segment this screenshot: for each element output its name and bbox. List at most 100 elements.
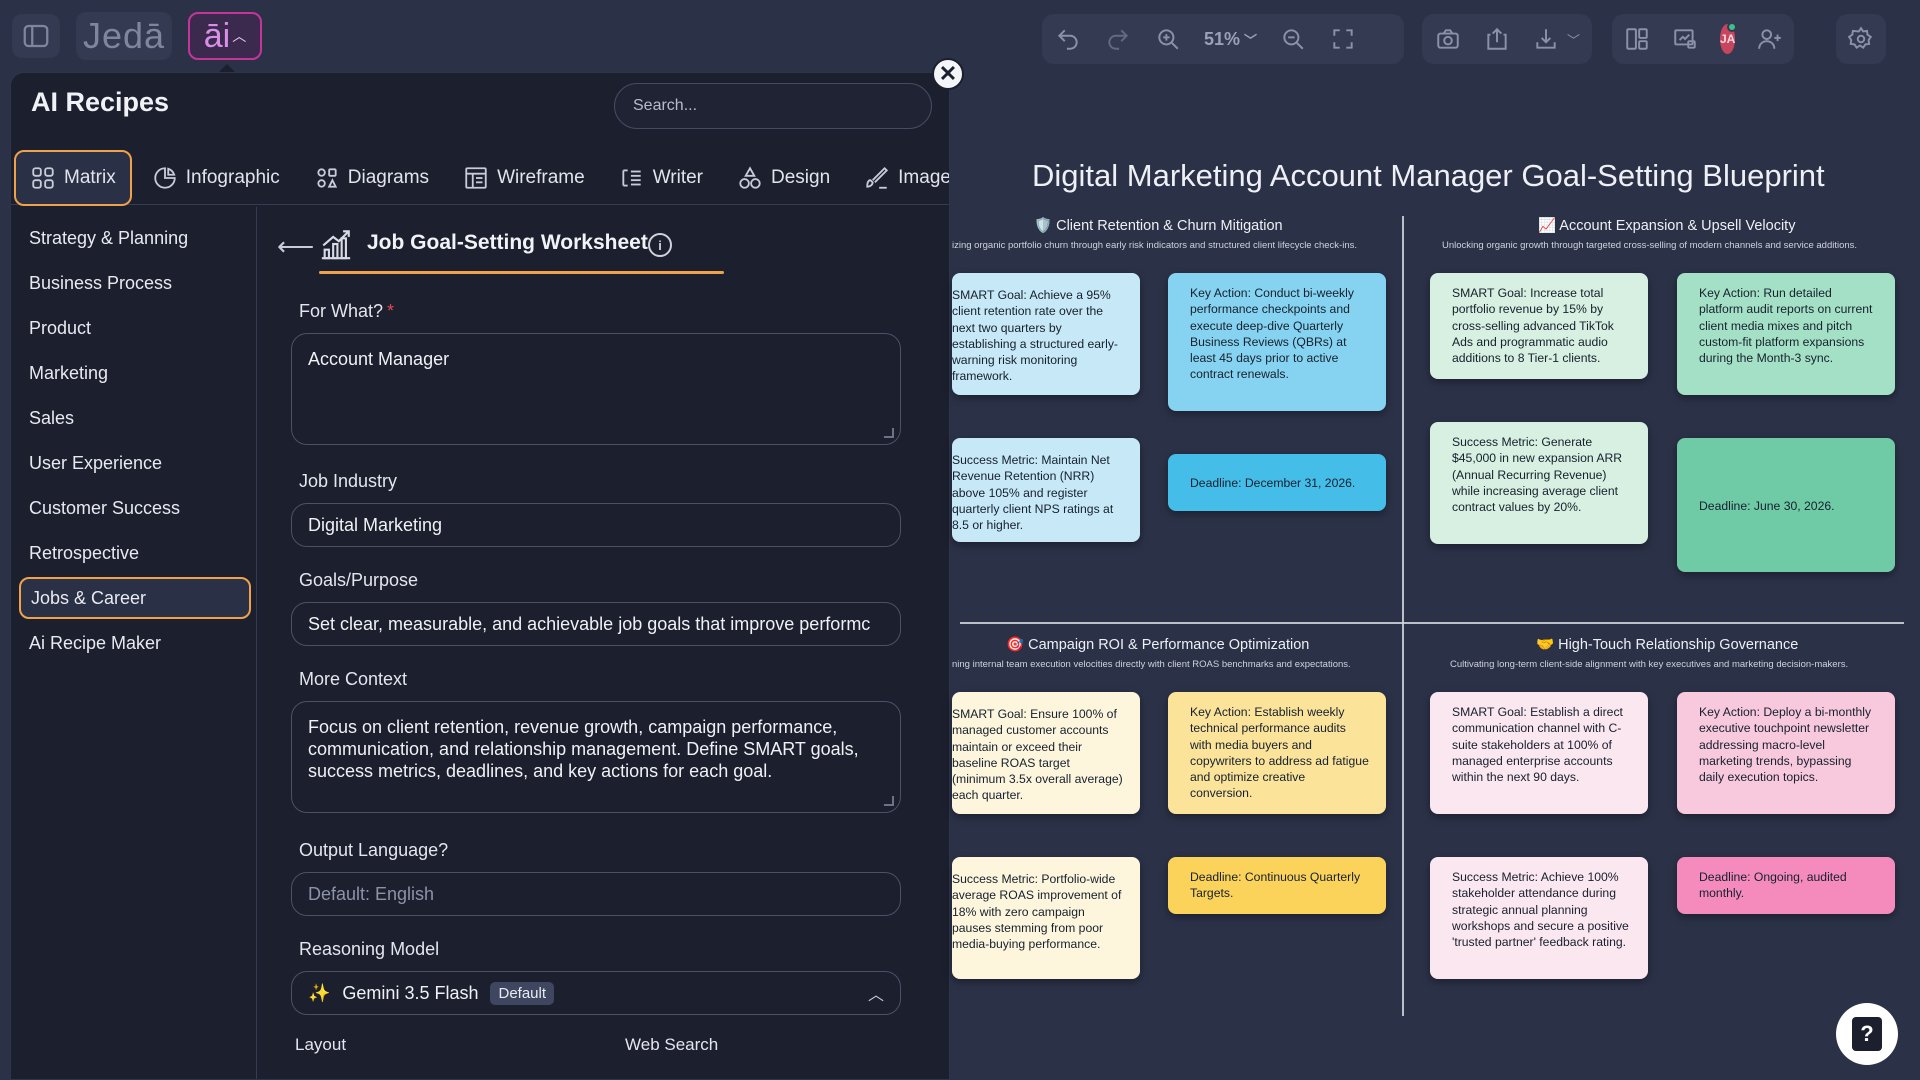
zoom-out-icon[interactable] xyxy=(1279,25,1307,53)
sparkle-icon: ✨ xyxy=(308,982,331,1003)
help-button[interactable]: ? xyxy=(1836,1003,1898,1065)
quadrant-title[interactable]: 🤝 High-Touch Relationship Governance xyxy=(1536,636,1798,653)
ai-label: āi xyxy=(203,16,231,55)
category-marketing[interactable]: Marketing xyxy=(19,352,251,394)
shapes-icon xyxy=(739,165,761,189)
job-industry-input[interactable]: Digital Marketing xyxy=(291,503,901,547)
sticky-note[interactable]: SMART Goal: Achieve a 95% client retenti… xyxy=(952,273,1140,395)
tab-diagrams[interactable]: Diagrams xyxy=(300,151,443,205)
more-context-textarea[interactable]: Focus on client retention, revenue growt… xyxy=(291,701,901,813)
settings-button[interactable] xyxy=(1836,14,1886,64)
target-icon: 🎯 xyxy=(1006,637,1029,653)
ai-recipes-button[interactable]: āi ︿ xyxy=(188,12,262,60)
tab-writer[interactable]: Writer xyxy=(605,151,717,205)
category-jobs-career[interactable]: Jobs & Career xyxy=(19,577,251,619)
redo-icon[interactable] xyxy=(1104,25,1132,53)
goals-purpose-input[interactable]: Set clear, measurable, and achievable jo… xyxy=(291,602,901,646)
sticky-note[interactable]: Success Metric: Achieve 100% stakeholder… xyxy=(1430,857,1648,979)
category-user-experience[interactable]: User Experience xyxy=(19,442,251,484)
quadrant-title[interactable]: 🛡️ Client Retention & Churn Mitigation xyxy=(1034,217,1283,234)
shield-icon: 🛡️ xyxy=(1034,218,1057,234)
sticky-note[interactable]: Deadline: June 30, 2026. xyxy=(1677,438,1895,572)
sticky-note[interactable]: Key Action: Run detailed platform audit … xyxy=(1677,273,1895,395)
reasoning-model-select[interactable]: ✨ Gemini 3.5 Flash Default ︿ xyxy=(291,971,901,1015)
tab-infographic[interactable]: Infographic xyxy=(138,151,294,205)
quadrant-title[interactable]: 🎯 Campaign ROI & Performance Optimizatio… xyxy=(1006,636,1309,653)
category-customer-success[interactable]: Customer Success xyxy=(19,487,251,529)
category-sales[interactable]: Sales xyxy=(19,397,251,439)
camera-icon[interactable] xyxy=(1434,25,1461,53)
category-product[interactable]: Product xyxy=(19,307,251,349)
top-toolbar: Jedā āi ︿ 51% ﹀ ﹀ JA xyxy=(0,0,1920,72)
layout-panels-icon[interactable] xyxy=(1624,25,1650,53)
add-user-icon[interactable] xyxy=(1757,25,1783,53)
category-business-process[interactable]: Business Process xyxy=(19,262,251,304)
resize-handle-icon[interactable] xyxy=(884,428,894,438)
sticky-note[interactable]: Key Action: Establish weekly technical p… xyxy=(1168,692,1386,814)
quadrant-title-text: High-Touch Relationship Governance xyxy=(1558,637,1799,653)
output-language-label: Output Language? xyxy=(299,840,449,860)
tab-label: Wireframe xyxy=(497,166,585,188)
category-retrospective[interactable]: Retrospective xyxy=(19,532,251,574)
output-language-input[interactable]: Default: English xyxy=(291,872,901,916)
web-search-label: Web Search xyxy=(625,1035,719,1054)
model-name: Gemini 3.5 Flash xyxy=(342,982,479,1003)
recipe-form: ⟵ Job Goal-Setting Worksheet i For What?… xyxy=(259,207,949,1079)
matrix-vertical-divider xyxy=(1402,216,1404,1016)
chevron-down-icon: ﹀ xyxy=(1244,32,1258,48)
undo-icon[interactable] xyxy=(1054,25,1082,53)
close-panel-button[interactable]: ✕ xyxy=(932,58,964,90)
zoom-level: 51% xyxy=(1204,28,1241,49)
gear-icon xyxy=(1847,25,1875,53)
layout-label: Layout xyxy=(295,1035,347,1054)
sticky-note[interactable]: Success Metric: Maintain Net Revenue Ret… xyxy=(952,438,1140,542)
tab-design[interactable]: Design xyxy=(723,151,844,205)
sidebar-toggle-button[interactable] xyxy=(12,14,60,58)
sticky-note[interactable]: Deadline: Ongoing, audited monthly. xyxy=(1677,857,1895,914)
zoom-in-icon[interactable] xyxy=(1154,25,1182,53)
category-ai-recipe-maker[interactable]: Ai Recipe Maker xyxy=(19,622,251,664)
for-what-textarea[interactable]: Account Manager xyxy=(291,333,901,445)
category-strategy-planning[interactable]: Strategy & Planning xyxy=(19,217,251,259)
sticky-note[interactable]: Key Action: Conduct bi-weekly performanc… xyxy=(1168,273,1386,411)
quadrant-subtitle: izing organic portfolio churn through ea… xyxy=(952,240,1357,251)
recipe-search-input[interactable] xyxy=(614,83,932,129)
required-mark: * xyxy=(387,301,395,321)
sticky-note[interactable]: SMART Goal: Increase total portfolio rev… xyxy=(1430,273,1648,379)
board-title[interactable]: Digital Marketing Account Manager Goal-S… xyxy=(1032,158,1825,194)
brand-logo[interactable]: Jedā xyxy=(76,12,172,60)
tab-image[interactable]: Image xyxy=(850,151,949,205)
sticky-note[interactable]: Success Metric: Generate $45,000 in new … xyxy=(1430,422,1648,544)
zoom-level-dropdown[interactable]: 51% ﹀ xyxy=(1204,29,1257,50)
quadrant-title-text: Client Retention & Churn Mitigation xyxy=(1056,218,1283,234)
user-avatar[interactable]: JA xyxy=(1720,22,1738,54)
upload-icon[interactable] xyxy=(1483,25,1510,53)
quadrant-title[interactable]: 📈 Account Expansion & Upsell Velocity xyxy=(1538,217,1795,234)
sticky-note[interactable]: SMART Goal: Ensure 100% of managed custo… xyxy=(952,692,1140,814)
default-badge: Default xyxy=(490,981,555,1005)
sticky-note[interactable]: SMART Goal: Establish a direct communica… xyxy=(1430,692,1648,814)
tab-matrix[interactable]: Matrix xyxy=(14,149,132,206)
presentation-icon[interactable] xyxy=(1672,25,1698,53)
tab-wireframe[interactable]: Wireframe xyxy=(449,151,599,205)
text-lines-icon xyxy=(622,168,641,187)
field-value: Account Manager xyxy=(308,349,450,369)
more-context-label: More Context xyxy=(299,669,408,689)
growth-chart-icon xyxy=(321,230,351,260)
sticky-note[interactable]: Success Metric: Portfolio-wide average R… xyxy=(952,857,1140,979)
download-icon[interactable] xyxy=(1532,25,1559,53)
collaboration-toolbar: JA xyxy=(1612,14,1794,64)
back-arrow-icon[interactable]: ⟵ xyxy=(277,231,314,262)
diagram-nodes-icon xyxy=(317,167,337,188)
fit-screen-icon[interactable] xyxy=(1329,25,1357,53)
history-zoom-toolbar: 51% ﹀ xyxy=(1042,14,1404,64)
sticky-note[interactable]: Deadline: December 31, 2026. xyxy=(1168,454,1386,511)
tab-label: Infographic xyxy=(185,166,280,188)
info-icon[interactable]: i xyxy=(648,233,672,257)
chevron-up-icon: ︿ xyxy=(232,28,247,44)
chevron-down-icon[interactable]: ﹀ xyxy=(1567,30,1580,49)
sticky-note[interactable]: Deadline: Continuous Quarterly Targets. xyxy=(1168,857,1386,914)
resize-handle-icon[interactable] xyxy=(884,796,894,806)
sticky-note[interactable]: Key Action: Deploy a bi-monthly executiv… xyxy=(1677,692,1895,814)
online-status-dot xyxy=(1727,22,1738,32)
